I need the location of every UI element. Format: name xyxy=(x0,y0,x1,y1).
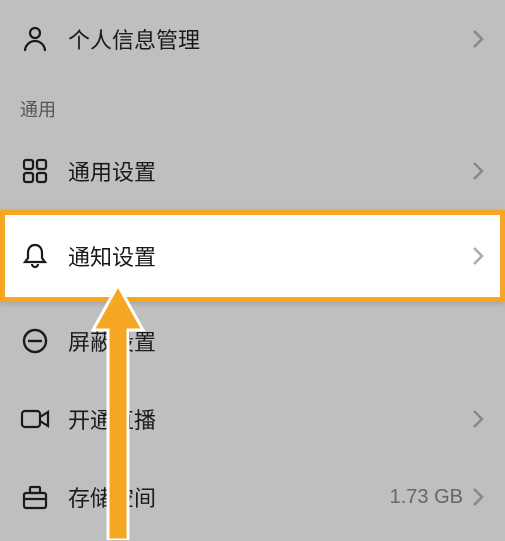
chevron-right-icon xyxy=(471,485,485,509)
general-settings-label: 通用设置 xyxy=(68,155,471,187)
screen-settings-label: 屏蔽设置 xyxy=(68,325,485,357)
chevron-right-icon xyxy=(471,244,485,268)
personal-info-row[interactable]: 个人信息管理 xyxy=(0,0,505,78)
person-icon xyxy=(20,24,50,54)
section-general-header: 通用 xyxy=(0,78,505,132)
storage-row[interactable]: 存储空间 1.73 GB xyxy=(0,458,505,536)
bell-icon xyxy=(20,241,50,271)
screen-settings-row[interactable]: 屏蔽设置 xyxy=(0,302,505,380)
block-icon xyxy=(20,326,50,356)
live-streaming-label: 开通直播 xyxy=(68,403,471,435)
general-settings-row[interactable]: 通用设置 xyxy=(0,132,505,210)
chevron-right-icon xyxy=(471,407,485,431)
video-icon xyxy=(20,404,50,434)
personal-info-label: 个人信息管理 xyxy=(68,23,471,55)
notification-settings-row[interactable]: 通知设置 xyxy=(0,210,505,302)
chevron-right-icon xyxy=(471,27,485,51)
notification-settings-label: 通知设置 xyxy=(68,240,471,272)
grid-icon xyxy=(20,156,50,186)
live-streaming-row[interactable]: 开通直播 xyxy=(0,380,505,458)
storage-label: 存储空间 xyxy=(68,481,390,513)
chevron-right-icon xyxy=(471,159,485,183)
storage-value: 1.73 GB xyxy=(390,486,463,509)
storage-icon xyxy=(20,482,50,512)
